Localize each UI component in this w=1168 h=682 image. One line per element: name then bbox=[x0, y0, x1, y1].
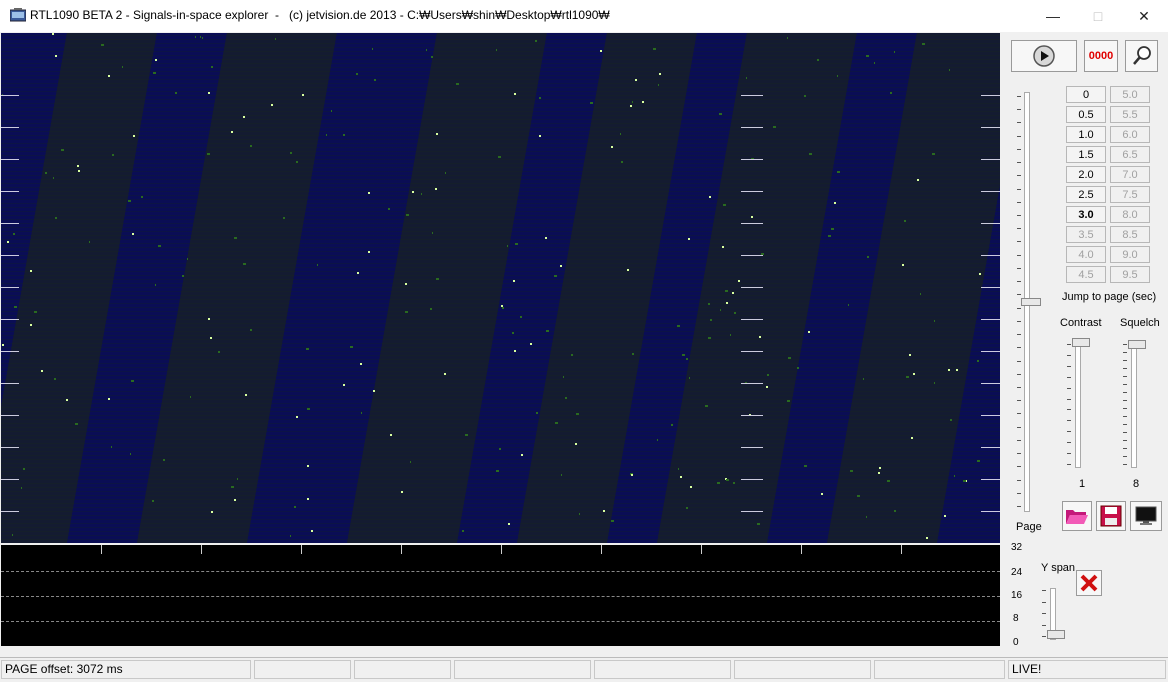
app-icon bbox=[10, 8, 26, 22]
red-x-icon bbox=[1080, 574, 1098, 592]
contrast-slider-thumb[interactable] bbox=[1072, 338, 1090, 347]
jump-button[interactable]: 3.0 bbox=[1066, 206, 1106, 223]
jump-button[interactable]: 5.0 bbox=[1110, 86, 1150, 103]
scope-y-label: 32 bbox=[1011, 542, 1023, 553]
status-bar: PAGE offset: 3072 ms LIVE! bbox=[0, 657, 1168, 682]
status-segment bbox=[874, 660, 1005, 679]
jump-button[interactable]: 1.5 bbox=[1066, 146, 1106, 163]
jump-button[interactable]: 8.0 bbox=[1110, 206, 1150, 223]
play-icon bbox=[1033, 45, 1055, 67]
jump-button[interactable]: 7.0 bbox=[1110, 166, 1150, 183]
window-title: RTL1090 BETA 2 - Signals-in-space explor… bbox=[30, 8, 610, 22]
jump-button[interactable]: 9.5 bbox=[1110, 266, 1150, 283]
yspan-label: Y span bbox=[1041, 562, 1076, 574]
scope-y-label: 16 bbox=[1011, 590, 1023, 601]
jump-button[interactable]: 6.5 bbox=[1110, 146, 1150, 163]
squelch-value: 8 bbox=[1133, 478, 1140, 490]
status-segment bbox=[454, 660, 591, 679]
squelch-label: Squelch bbox=[1120, 317, 1160, 329]
status-segment bbox=[354, 660, 451, 679]
jump-button[interactable]: 2.5 bbox=[1066, 186, 1106, 203]
jump-button[interactable]: 4.0 bbox=[1066, 246, 1106, 263]
scope-y-label: 8 bbox=[1013, 613, 1019, 624]
zoom-button[interactable] bbox=[1125, 40, 1158, 72]
scope-y-label: 24 bbox=[1011, 567, 1023, 578]
display-button[interactable] bbox=[1130, 501, 1162, 531]
jump-button[interactable]: 1.0 bbox=[1066, 126, 1106, 143]
open-file-button[interactable] bbox=[1062, 501, 1092, 531]
yspan-slider[interactable] bbox=[1038, 584, 1068, 642]
play-button[interactable] bbox=[1011, 40, 1077, 72]
minimize-button[interactable]: — bbox=[1030, 0, 1076, 32]
scope-y-label: 0 bbox=[1013, 637, 1019, 648]
contrast-slider[interactable] bbox=[1064, 336, 1094, 472]
contrast-label: Contrast bbox=[1060, 317, 1102, 329]
jump-button[interactable]: 5.5 bbox=[1110, 106, 1150, 123]
squelch-slider-thumb[interactable] bbox=[1128, 340, 1146, 349]
status-segment bbox=[594, 660, 731, 679]
jump-button[interactable]: 0.5 bbox=[1066, 106, 1106, 123]
magnifier-icon bbox=[1132, 46, 1151, 65]
status-live: LIVE! bbox=[1008, 660, 1166, 679]
status-offset: PAGE offset: 3072 ms bbox=[1, 660, 251, 679]
jump-button[interactable]: 7.5 bbox=[1110, 186, 1150, 203]
status-live-text: LIVE! bbox=[1012, 662, 1042, 676]
jump-button[interactable]: 9.0 bbox=[1110, 246, 1150, 263]
status-segment bbox=[734, 660, 871, 679]
close-button[interactable]: ✕ bbox=[1121, 0, 1167, 32]
jump-caption: Jump to page (sec) bbox=[1062, 291, 1157, 303]
maximize-button[interactable]: □ bbox=[1075, 0, 1121, 32]
maximize-icon: □ bbox=[1093, 8, 1103, 24]
jump-button[interactable]: 2.0 bbox=[1066, 166, 1106, 183]
page-slider[interactable] bbox=[1012, 86, 1044, 516]
page-slider-thumb[interactable] bbox=[1021, 298, 1041, 306]
message-counter[interactable]: 0000 bbox=[1084, 40, 1118, 72]
close-icon: ✕ bbox=[1138, 7, 1150, 24]
jump-button[interactable]: 6.0 bbox=[1110, 126, 1150, 143]
jump-button[interactable]: 4.5 bbox=[1066, 266, 1106, 283]
status-segment bbox=[254, 660, 351, 679]
save-button[interactable] bbox=[1096, 501, 1126, 531]
signal-scope[interactable] bbox=[1, 545, 1000, 646]
clear-scope-button[interactable] bbox=[1076, 570, 1102, 596]
squelch-slider[interactable] bbox=[1120, 336, 1150, 472]
jump-button[interactable]: 0 bbox=[1066, 86, 1106, 103]
jump-button[interactable]: 8.5 bbox=[1110, 226, 1150, 243]
floppy-disk-icon bbox=[1100, 505, 1122, 527]
page-slider-label: Page bbox=[1016, 521, 1042, 533]
yspan-slider-thumb[interactable] bbox=[1047, 630, 1065, 639]
folder-open-icon bbox=[1066, 510, 1088, 524]
contrast-value: 1 bbox=[1079, 478, 1086, 490]
status-offset-text: PAGE offset: 3072 ms bbox=[5, 662, 123, 676]
minimize-icon: — bbox=[1046, 8, 1060, 24]
monitor-icon bbox=[1135, 506, 1157, 525]
title-bar: RTL1090 BETA 2 - Signals-in-space explor… bbox=[0, 0, 1168, 32]
counter-text: 0000 bbox=[1088, 50, 1114, 62]
spectrogram-display[interactable] bbox=[1, 33, 1000, 543]
jump-button[interactable]: 3.5 bbox=[1066, 226, 1106, 243]
